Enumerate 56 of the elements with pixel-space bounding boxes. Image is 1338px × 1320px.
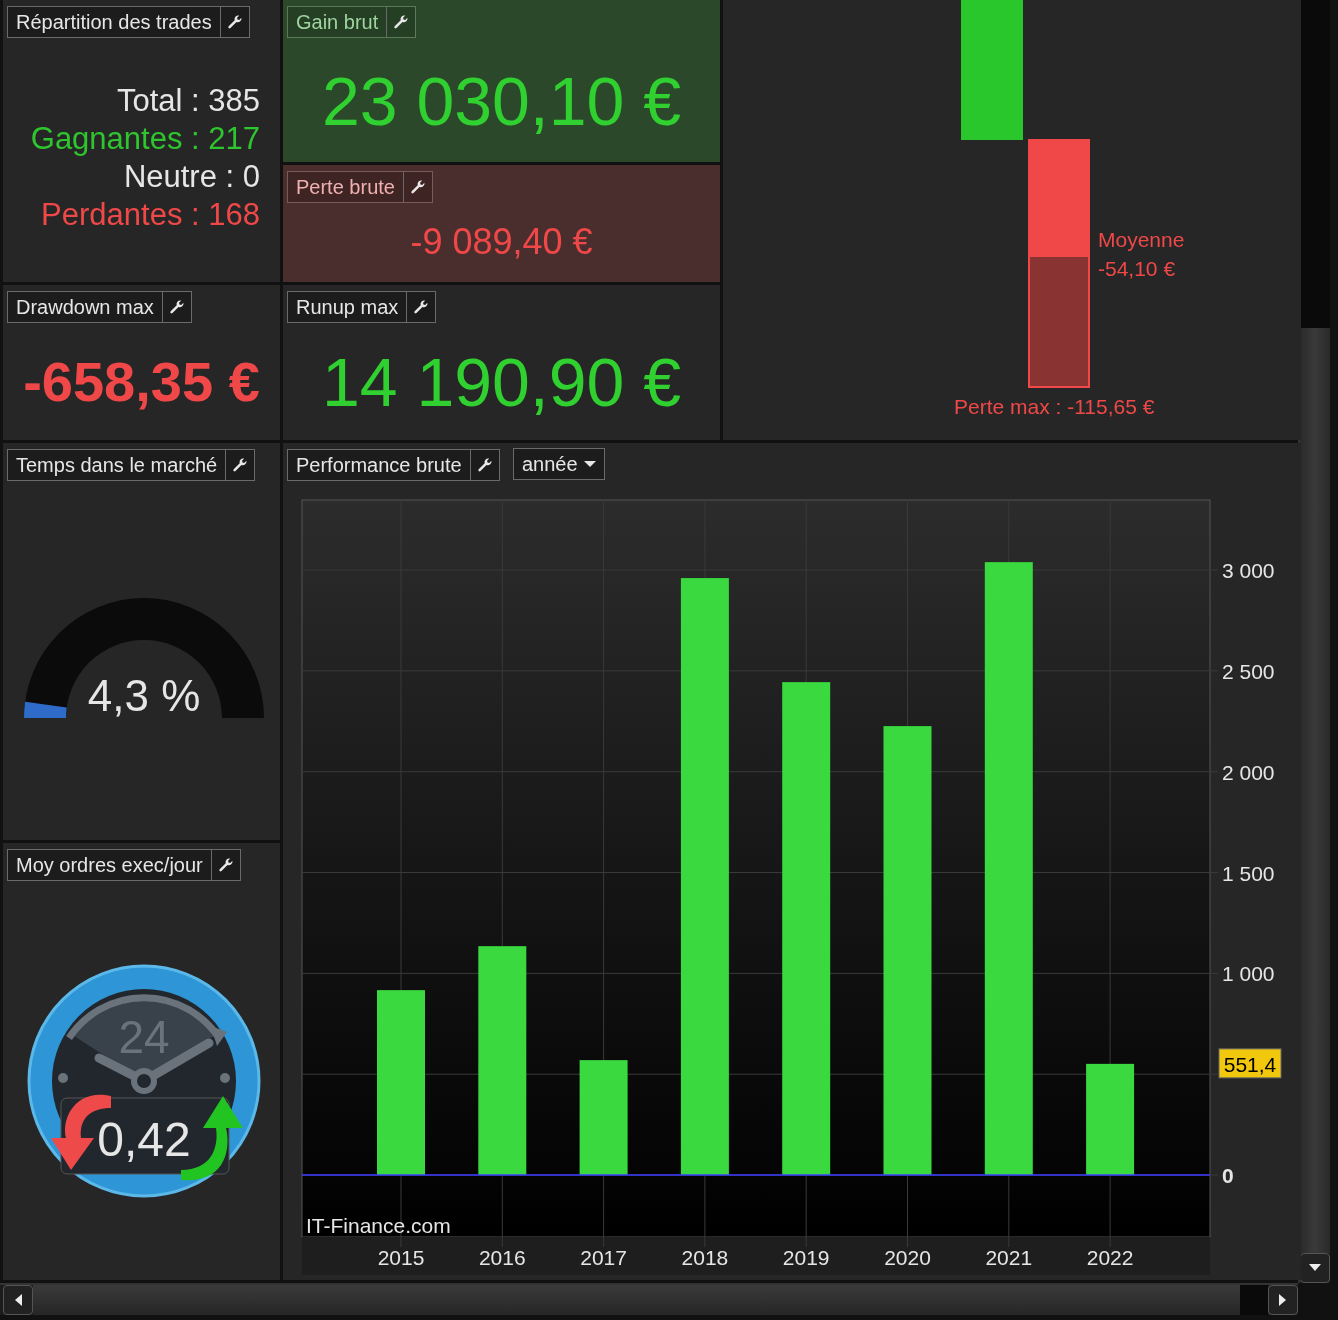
y-axis-label: 2 500 [1222, 659, 1275, 683]
wrench-icon[interactable] [413, 299, 430, 315]
wrench-icon[interactable] [232, 457, 249, 473]
trade-count: Perdantes : 168 [41, 196, 260, 234]
order-average-value: 0,42 [97, 1113, 191, 1166]
y-axis-label: 1 500 [1222, 861, 1275, 885]
scrollbar-thumb[interactable] [33, 1285, 1240, 1315]
gross-loss-value: -9 089,40 € [410, 221, 593, 263]
average-value: -54,10 € [1098, 257, 1176, 281]
wrench-icon[interactable] [393, 14, 410, 30]
gauge-value: 4,3 % [87, 671, 201, 720]
max-loss-label: Perte max : -115,65 € [954, 395, 1155, 419]
wrench-icon[interactable] [409, 179, 426, 195]
x-axis-label: 2015 [377, 1246, 425, 1269]
panel-title: Moy ordres exec/jour [15, 852, 204, 878]
panel-title: Runup max [295, 294, 400, 320]
runup-value: 14 190,90 € [321, 343, 682, 421]
wrench-icon[interactable] [226, 14, 243, 30]
caret-down-icon [1309, 1264, 1321, 1272]
average-label: Moyenne [1098, 228, 1185, 252]
x-axis-label: 2019 [782, 1246, 830, 1269]
panel-title: Gain brut [295, 9, 380, 35]
value-marker: 551,4 [1218, 1048, 1282, 1079]
scroll-right-button[interactable] [1268, 1285, 1298, 1315]
y-axis-label: 0 [1222, 1164, 1234, 1188]
trade-count: Total : 385 [116, 82, 260, 120]
panel-title: Perte brute [295, 174, 396, 200]
panel-title: Performance brute [295, 452, 463, 478]
trade-count: Gagnantes : 217 [30, 120, 260, 158]
scroll-left-button[interactable] [3, 1285, 33, 1315]
scrollbar-track[interactable] [1240, 1285, 1268, 1315]
y-axis-label: 2 000 [1222, 760, 1275, 784]
period-dropdown[interactable]: année [513, 448, 605, 480]
panel-title: Temps dans le marché [15, 452, 219, 478]
x-axis-label: 2020 [884, 1246, 931, 1269]
caret-left-icon [14, 1294, 22, 1306]
wrench-icon[interactable] [217, 857, 234, 873]
y-axis-label: 3 000 [1222, 559, 1275, 582]
watermark-text: IT-Finance.com [306, 1214, 451, 1237]
drawdown-value: -658,35 € [23, 349, 260, 414]
panel-title: Répartition des trades [15, 9, 213, 35]
wrench-icon[interactable] [168, 299, 185, 315]
scrollbar-thumb[interactable] [1300, 0, 1330, 328]
x-axis-label: 2022 [1086, 1246, 1134, 1269]
gross-profit-value: 23 030,10 € [321, 62, 682, 140]
panel-title: Drawdown max [15, 294, 155, 320]
x-axis-label: 2021 [985, 1246, 1033, 1269]
x-axis-label: 2017 [580, 1246, 627, 1269]
x-axis-label: 2016 [478, 1246, 526, 1269]
caret-right-icon [1279, 1294, 1287, 1306]
caret-down-icon [583, 460, 596, 468]
x-axis-label: 2018 [681, 1246, 729, 1269]
trade-count: Neutre : 0 [123, 158, 260, 196]
scroll-down-button[interactable] [1300, 1253, 1330, 1283]
wrench-icon[interactable] [476, 457, 493, 473]
y-axis-label: 1 000 [1222, 962, 1275, 986]
